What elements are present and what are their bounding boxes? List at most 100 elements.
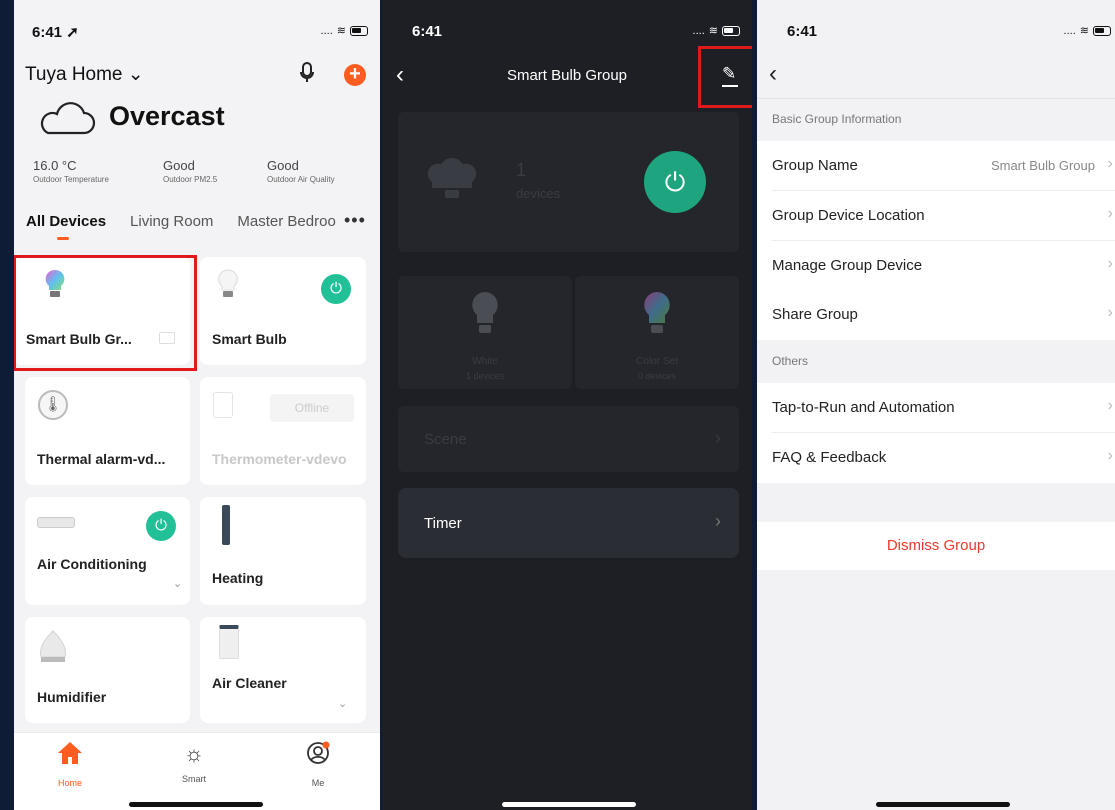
tab-me[interactable]: Me	[288, 741, 348, 788]
bulb-icon	[217, 268, 239, 309]
chevron-down-icon[interactable]: ⌄	[173, 577, 182, 590]
white-count: 1 devices	[465, 371, 505, 381]
tab-living-room[interactable]: Living Room	[130, 213, 213, 230]
group-settings-screen: 6:41 .... ≋ ‹ Basic Group Information Gr…	[757, 0, 1115, 810]
color-bulb-icon	[642, 290, 672, 341]
section-basic-info: Basic Group Information	[772, 112, 902, 126]
user-icon	[288, 741, 348, 771]
signal-icon: ....	[692, 24, 705, 37]
tab-bar: Home ☼ Smart Me	[14, 732, 380, 810]
battery-icon	[350, 25, 368, 36]
row-faq-feedback[interactable]: FAQ & Feedback ›	[757, 433, 1115, 483]
chevron-right-icon: ›	[1107, 255, 1113, 272]
chevron-right-icon: ›	[1107, 447, 1113, 464]
tab-smart[interactable]: ☼ Smart	[164, 741, 224, 784]
home-indicator	[502, 802, 636, 807]
more-icon[interactable]: •••	[344, 210, 366, 231]
device-card-humidifier[interactable]: Humidifier	[25, 617, 190, 723]
env-air-quality: Good Outdoor Air Quality	[267, 158, 335, 184]
scene-row[interactable]: Scene ›	[398, 406, 739, 472]
cloud-icon	[36, 102, 96, 141]
device-count-label: devices	[516, 186, 561, 201]
chevron-down-icon[interactable]: ⌄	[338, 697, 347, 710]
device-card-air-conditioning[interactable]: ⏻ Air Conditioning ⌄	[25, 497, 190, 605]
home-screen: 6:41 ➚ .... ≋ Tuya Home ⌄ + Overcast 16.…	[14, 0, 380, 810]
device-card-thermometer[interactable]: Offline Thermometer-vdevo	[200, 377, 366, 485]
home-indicator	[876, 802, 1010, 807]
color-set-label: Color Set	[636, 356, 678, 367]
device-count: 1	[516, 160, 527, 180]
row-tap-to-run[interactable]: Tap-to-Run and Automation ›	[757, 383, 1115, 433]
home-indicator	[129, 802, 263, 807]
bulbs-icon	[422, 156, 482, 211]
device-name: Thermometer-vdevo	[212, 451, 347, 467]
device-name: Air Conditioning	[37, 556, 147, 572]
add-device-button[interactable]: +	[344, 64, 366, 86]
row-manage-group-device[interactable]: Manage Group Device ›	[757, 241, 1115, 291]
status-time: 6:41 ➚	[32, 24, 79, 41]
tab-all-devices[interactable]: All Devices	[26, 213, 106, 230]
mode-color-set[interactable]: Color Set 0 devices	[575, 276, 739, 389]
status-time: 6:41	[412, 23, 443, 40]
env-pm25: Good Outdoor PM2.5	[163, 158, 218, 184]
dismiss-group-button[interactable]: Dismiss Group	[757, 522, 1115, 570]
tab-indicator	[57, 237, 69, 240]
wifi-icon: ≋	[708, 25, 718, 37]
page-title: Smart Bulb Group	[506, 67, 628, 84]
mode-white[interactable]: White 1 devices	[398, 276, 572, 389]
status-time: 6:41	[787, 23, 818, 40]
thermometer-icon: 🌡	[38, 390, 68, 420]
battery-icon	[722, 25, 740, 36]
row-group-name[interactable]: Group Name Smart Bulb Group ›	[757, 141, 1115, 191]
chevron-right-icon: ›	[1107, 304, 1113, 321]
home-selector[interactable]: Tuya Home ⌄	[25, 63, 144, 86]
scene-label: Scene	[424, 431, 467, 448]
chevron-right-icon: ›	[1107, 205, 1113, 222]
power-button[interactable]: ⏻	[321, 274, 351, 304]
white-label: White	[472, 356, 498, 367]
row-group-device-location[interactable]: Group Device Location ›	[757, 191, 1115, 241]
sensor-icon	[213, 392, 233, 418]
power-button[interactable]: ⏻	[146, 511, 176, 541]
timer-label: Timer	[424, 515, 462, 532]
section-others: Others	[772, 354, 809, 368]
chevron-right-icon: ›	[715, 511, 721, 531]
group-control-screen: 6:41 .... ≋ ‹ Smart Bulb Group ✎ 1 devic…	[382, 0, 752, 810]
device-name: Heating	[212, 570, 264, 586]
device-name: Thermal alarm-vd...	[37, 451, 166, 467]
chevron-right-icon: ›	[1107, 155, 1113, 172]
microphone-icon[interactable]	[300, 62, 314, 89]
status-icons: .... ≋	[1064, 24, 1111, 37]
device-name: Smart Bulb	[212, 331, 287, 347]
wifi-icon: ≋	[1079, 25, 1089, 37]
divider	[757, 98, 1115, 99]
device-card-smart-bulb[interactable]: ⏻ Smart Bulb	[200, 257, 366, 365]
row-share-group[interactable]: Share Group ›	[757, 290, 1115, 340]
tab-home[interactable]: Home	[40, 741, 100, 788]
group-power-button[interactable]: ⏻	[644, 151, 706, 213]
device-card-heating[interactable]: Heating	[200, 497, 366, 605]
humidifier-icon	[37, 629, 69, 670]
timer-row[interactable]: Timer ›	[398, 488, 739, 558]
room-tabs: All Devices Living Room Master Bedroo	[26, 213, 336, 230]
device-card-air-cleaner[interactable]: Air Cleaner ⌄	[200, 617, 366, 723]
status-icons: .... ≋	[693, 24, 740, 37]
highlight-box	[14, 255, 197, 371]
battery-icon	[1093, 25, 1111, 36]
group-name-value: Smart Bulb Group	[990, 158, 1095, 173]
chevron-right-icon: ›	[715, 428, 721, 448]
white-bulb-icon	[470, 290, 500, 341]
air-cleaner-icon	[219, 625, 239, 659]
status-icons: .... ≋	[321, 24, 368, 37]
air-conditioner-icon	[37, 517, 75, 528]
chevron-right-icon: ›	[1107, 397, 1113, 414]
device-card-thermal-alarm[interactable]: 🌡 Thermal alarm-vd...	[25, 377, 190, 485]
back-button[interactable]: ‹	[769, 60, 777, 88]
signal-icon: ....	[1063, 24, 1076, 37]
signal-icon: ....	[320, 24, 333, 37]
heater-icon	[222, 505, 230, 545]
tab-master-bedroom[interactable]: Master Bedroo	[237, 213, 335, 230]
sun-icon: ☼	[183, 741, 205, 766]
color-set-count: 0 devices	[637, 371, 677, 381]
highlight-box	[698, 46, 752, 108]
